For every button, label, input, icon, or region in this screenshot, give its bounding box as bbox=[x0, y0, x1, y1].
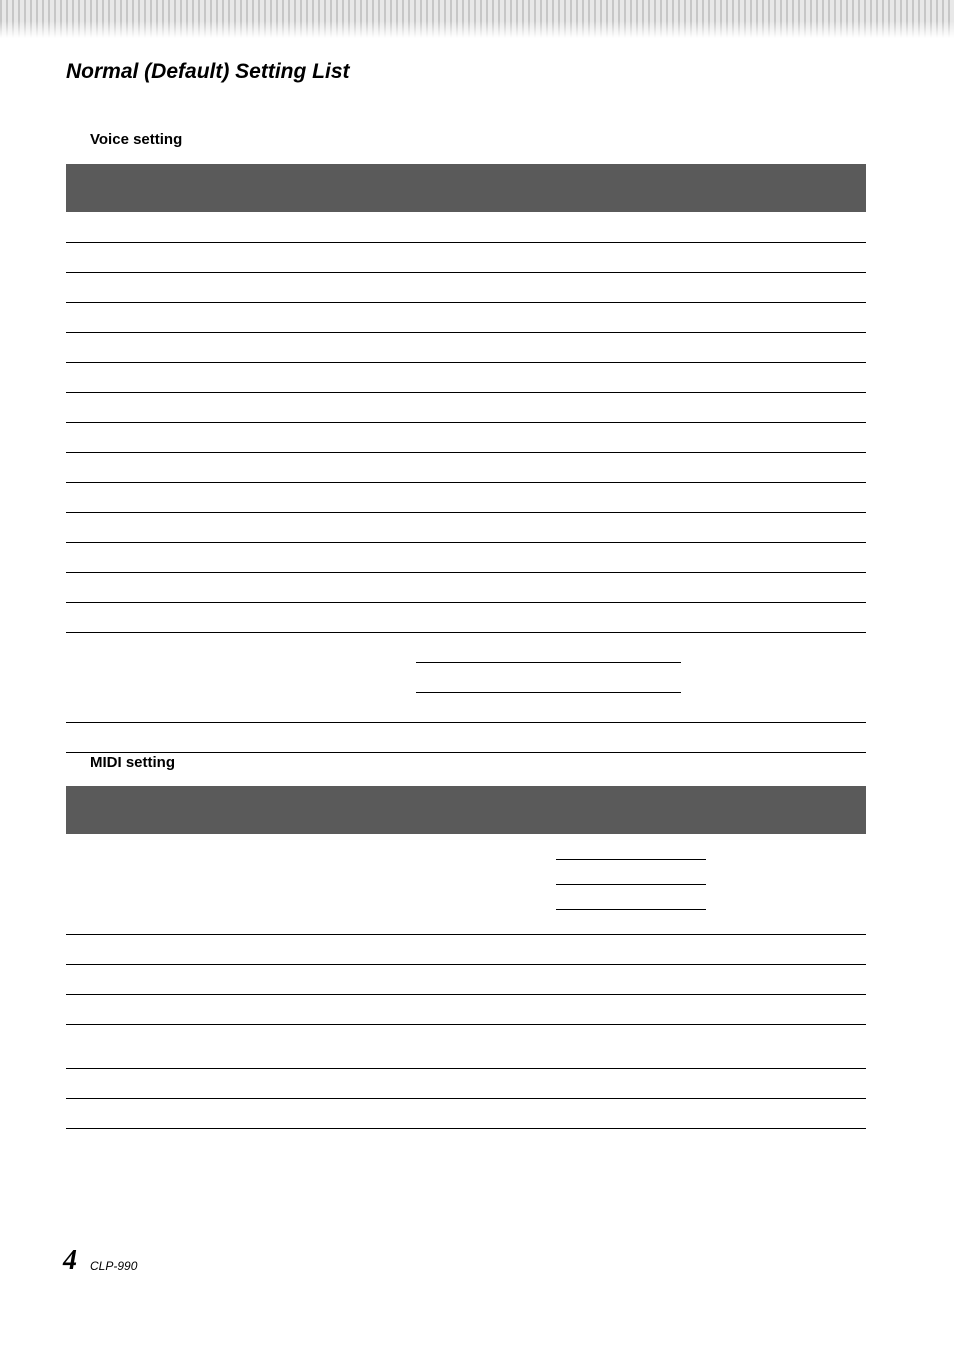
page-title: Normal (Default) Setting List bbox=[66, 60, 350, 84]
table-row bbox=[66, 542, 866, 572]
table-header-cell bbox=[556, 786, 706, 834]
table-row bbox=[66, 512, 866, 542]
table-row bbox=[66, 722, 866, 752]
section-heading-voice: Voice setting bbox=[90, 131, 182, 148]
table-row bbox=[66, 272, 866, 302]
table-row bbox=[66, 602, 866, 632]
table-row bbox=[66, 1024, 866, 1068]
table-header-cell bbox=[416, 164, 681, 212]
table-row bbox=[66, 332, 866, 362]
decorative-fade bbox=[0, 0, 954, 38]
table-row bbox=[66, 362, 866, 392]
table-header-cell bbox=[66, 164, 416, 212]
table-row bbox=[66, 482, 866, 512]
table-row bbox=[66, 392, 866, 422]
table-row bbox=[66, 1068, 866, 1098]
table-row bbox=[66, 934, 866, 964]
table-row bbox=[66, 1098, 866, 1128]
table-header-row bbox=[66, 786, 866, 834]
voice-setting-table bbox=[66, 164, 866, 753]
table-header-cell bbox=[681, 164, 866, 212]
table-row bbox=[66, 212, 866, 242]
table-row bbox=[66, 994, 866, 1024]
table-row bbox=[66, 964, 866, 994]
model-label: CLP-990 bbox=[90, 1259, 137, 1273]
midi-setting-table bbox=[66, 786, 866, 1129]
table-row bbox=[66, 834, 866, 859]
page-number: 4 bbox=[63, 1245, 77, 1277]
table-row bbox=[66, 632, 866, 662]
table-row bbox=[66, 452, 866, 482]
table-row bbox=[66, 302, 866, 332]
table-row bbox=[66, 422, 866, 452]
table-row bbox=[66, 572, 866, 602]
table-header-row bbox=[66, 164, 866, 212]
table-header-cell bbox=[706, 786, 866, 834]
table-header-cell bbox=[66, 786, 556, 834]
table-row bbox=[66, 242, 866, 272]
section-heading-midi: MIDI setting bbox=[90, 754, 175, 771]
